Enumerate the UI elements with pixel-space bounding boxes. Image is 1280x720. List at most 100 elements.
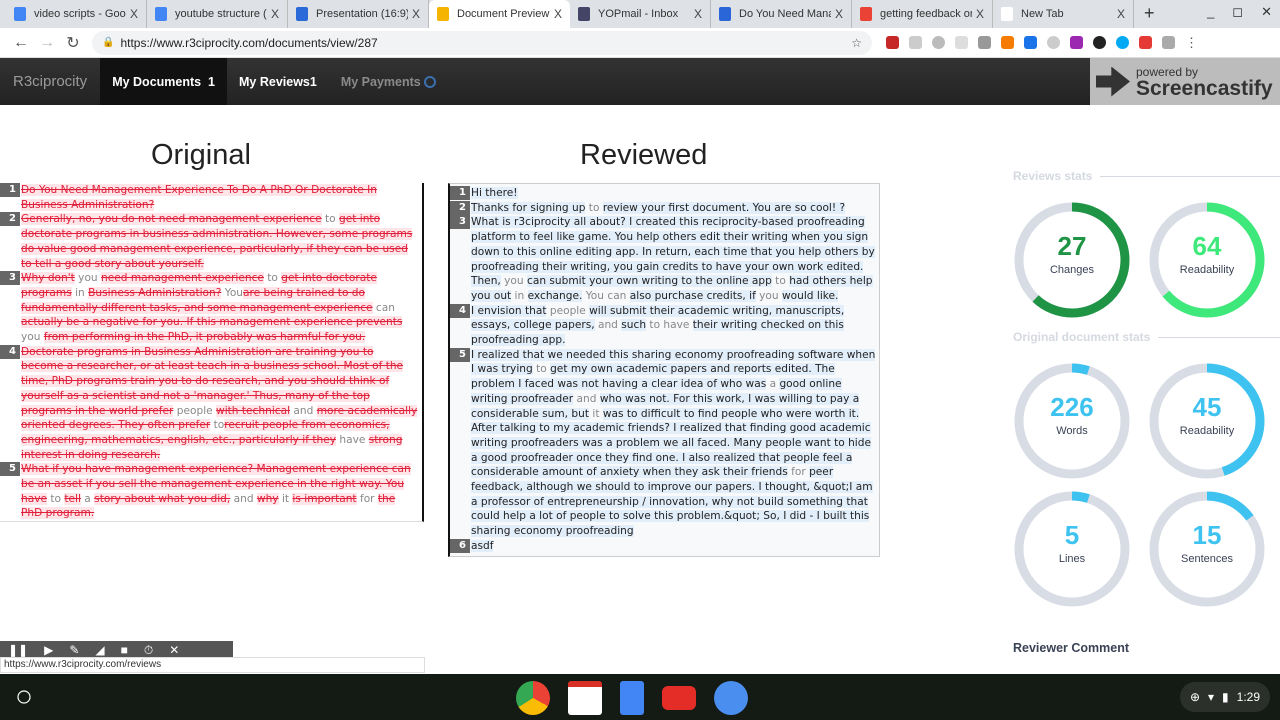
maximize-icon[interactable]: ◻: [1232, 4, 1243, 20]
screencastify-logo-icon: [1096, 66, 1130, 97]
nav-badge: 1: [208, 74, 215, 89]
wifi-icon: ▾: [1208, 690, 1215, 704]
extension-icon[interactable]: [1162, 36, 1175, 49]
extension-icon[interactable]: [932, 36, 945, 49]
line-text: What is r3ciprocity all about? I created…: [470, 215, 877, 303]
extension-icon[interactable]: [1116, 36, 1129, 49]
unchanged-text: to: [263, 272, 282, 285]
reviews-stats-heading: Reviews stats: [1013, 169, 1280, 183]
extension-icon[interactable]: [1139, 36, 1152, 49]
extension-icon[interactable]: [1047, 36, 1060, 49]
extension-icon[interactable]: [1001, 36, 1014, 49]
line-text: Thanks for signing up to review your fir…: [470, 201, 877, 216]
unchanged-text: you: [74, 272, 102, 285]
stat-ring-words: 226 Words: [1013, 362, 1131, 480]
watermark-line2: Screencastify: [1136, 76, 1273, 100]
tab-close-icon[interactable]: X: [976, 7, 984, 21]
tab-close-icon[interactable]: X: [554, 7, 562, 21]
unchanged-text: in: [511, 289, 528, 302]
browser-tab[interactable]: Presentation (16:9) X: [288, 0, 429, 28]
edited-text: such: [621, 319, 647, 332]
browser-tab[interactable]: New Tab X: [993, 0, 1134, 28]
menu-kebab-icon[interactable]: ⋮: [1185, 36, 1198, 49]
browser-tab[interactable]: Document Preview X: [429, 0, 570, 28]
extension-icon[interactable]: [978, 36, 991, 49]
browser-tab[interactable]: Do You Need Mana X: [711, 0, 852, 28]
line-number: 6: [450, 538, 470, 553]
original-stats-heading: Original document stats: [1013, 330, 1280, 344]
window-controls: _ ◻ ✕: [1207, 4, 1272, 20]
files-icon[interactable]: [714, 681, 748, 715]
stat-ring-changes: 27 Changes: [1013, 201, 1131, 319]
pointer-icon[interactable]: ▶: [44, 643, 53, 657]
edited-text: Thanks for signing up: [471, 201, 586, 214]
unchanged-text: You: [221, 286, 244, 299]
original-document: 1 Do You Need Management Experience To Do…: [0, 183, 424, 523]
document-line: 4I envision that people will submit thei…: [450, 303, 877, 348]
new-tab-button[interactable]: +: [1134, 0, 1165, 28]
address-bar-row: ← → ↻ 🔒 https://www.r3ciprocity.com/docu…: [0, 28, 1280, 58]
brand-logo[interactable]: R3ciprocity: [0, 73, 100, 90]
stat-value: 15: [1192, 520, 1222, 550]
chrome-icon[interactable]: [516, 681, 550, 715]
nav-my-payments[interactable]: My Payments: [329, 58, 448, 105]
tab-close-icon[interactable]: X: [835, 7, 843, 21]
back-icon[interactable]: ←: [8, 34, 34, 52]
line-text: What if you have management experience? …: [20, 462, 419, 521]
stat-value: 64: [1192, 231, 1222, 261]
line-text: asdf: [470, 539, 877, 554]
url-input[interactable]: 🔒 https://www.r3ciprocity.com/documents/…: [92, 30, 872, 55]
reload-icon[interactable]: ↻: [60, 33, 86, 53]
close-window-icon[interactable]: ✕: [1261, 4, 1272, 20]
unchanged-text: you: [755, 289, 782, 302]
os-shelf: ⊕ ▾ ▮ 1:29: [0, 674, 1280, 720]
edited-text: also purchase credits, if: [629, 289, 756, 302]
unchanged-text: to: [771, 275, 790, 288]
gmail-icon[interactable]: [568, 681, 602, 715]
extension-icon[interactable]: [1093, 36, 1106, 49]
extension-icon[interactable]: [955, 36, 968, 49]
extension-icon[interactable]: [886, 36, 899, 49]
stat-value: 226: [1050, 392, 1094, 422]
timer-icon[interactable]: ⏱: [144, 643, 153, 658]
browser-tab[interactable]: youtube structure (X: [147, 0, 288, 28]
google-docs-icon[interactable]: [620, 681, 644, 715]
eraser-icon[interactable]: ◢: [95, 643, 104, 657]
unchanged-text: and: [290, 404, 317, 417]
stat-label: Lines: [1058, 553, 1086, 565]
close-toolbar-icon[interactable]: ✕: [169, 643, 179, 657]
browser-tab[interactable]: getting feedback on X: [852, 0, 993, 28]
browser-tab[interactable]: video scripts - Goog X: [6, 0, 147, 28]
launcher-icon[interactable]: [17, 690, 31, 704]
system-tray[interactable]: ⊕ ▾ ▮ 1:29: [1179, 682, 1270, 712]
stat-label: Readability: [1179, 425, 1235, 437]
tab-title: YOPmail - Inbox: [598, 8, 679, 20]
line-number: 4: [450, 303, 470, 318]
extension-icon[interactable]: [1024, 36, 1037, 49]
unchanged-text: to: [532, 363, 551, 376]
minimize-icon[interactable]: _: [1207, 4, 1214, 20]
forward-icon[interactable]: →: [34, 34, 60, 52]
browser-tab[interactable]: YOPmail - Inbox X: [570, 0, 711, 28]
youtube-icon[interactable]: [662, 686, 696, 710]
tab-close-icon[interactable]: X: [130, 7, 138, 21]
tab-title: getting feedback on: [880, 8, 972, 20]
edited-text: can submit your own writing to the onlin…: [527, 275, 772, 288]
tab-close-icon[interactable]: X: [1117, 7, 1125, 21]
tab-close-icon[interactable]: X: [271, 7, 279, 21]
deleted-text: Why don't: [21, 272, 75, 285]
extension-icon[interactable]: [1070, 36, 1083, 49]
nav-my-reviews[interactable]: My Reviews 1: [227, 58, 329, 105]
pause-icon[interactable]: ❚❚: [8, 643, 28, 657]
tab-close-icon[interactable]: X: [694, 7, 702, 21]
lock-icon: 🔒: [102, 37, 115, 48]
bookmark-star-icon[interactable]: ☆: [851, 36, 862, 50]
camera-icon[interactable]: ■: [121, 643, 128, 657]
deleted-text: tell: [64, 492, 81, 505]
document-line: 3 What is r3ciprocity all about? I create…: [450, 215, 877, 303]
nav-my-documents[interactable]: My Documents 1: [100, 58, 227, 105]
tab-close-icon[interactable]: X: [412, 7, 420, 21]
tab-favicon-icon: [719, 7, 731, 21]
pen-icon[interactable]: ✎: [69, 643, 79, 657]
extension-icon[interactable]: [909, 36, 922, 49]
